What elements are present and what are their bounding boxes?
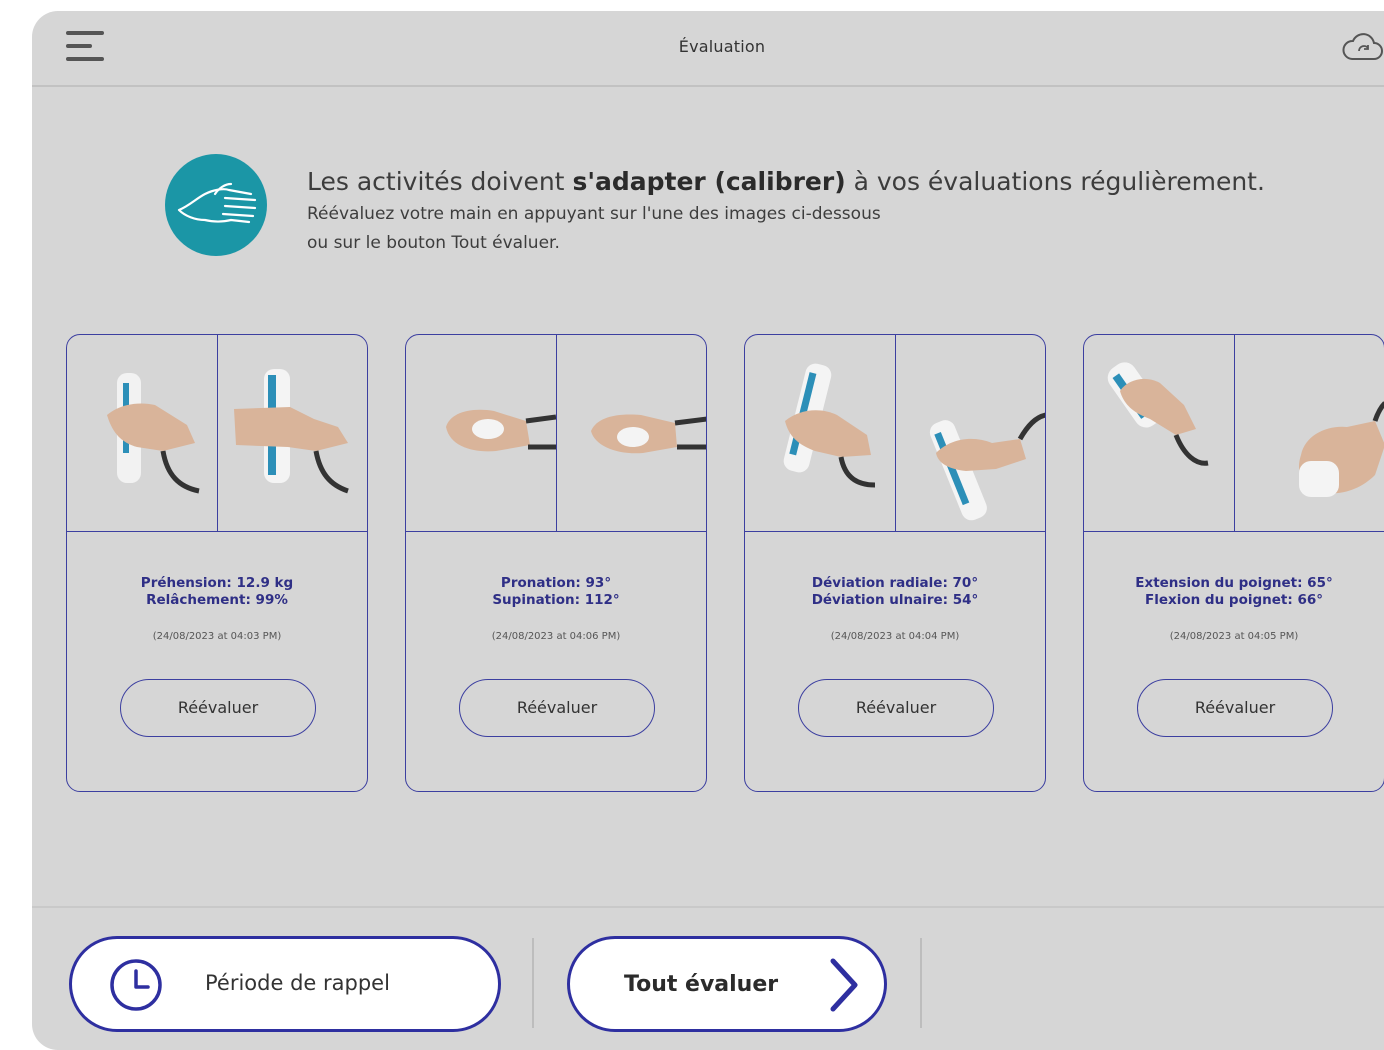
reevaluate-button[interactable]: Réévaluer [1137,679,1333,737]
card-metric-1: Extension du poignet: 65° [1135,575,1333,591]
card-photo-wrist-extension[interactable] [1084,335,1234,531]
card-photo-pronation[interactable] [406,335,556,531]
clock-icon [110,959,162,1011]
bottom-bar: Période de rappel Tout évaluer [32,906,1384,1050]
reevaluate-button[interactable]: Réévaluer [120,679,316,737]
card-photo-supination[interactable] [556,335,706,531]
card-timestamp: (24/08/2023 at 04:04 PM) [830,631,960,642]
card-metric-2: Supination: 112° [492,592,620,608]
evaluation-card-deviation[interactable]: Déviation radiale: 70° Déviation ulnaire… [744,334,1046,792]
evaluate-all-label: Tout évaluer [624,972,779,997]
banner-line-1: Réévaluez votre main en appuyant sur l'u… [307,204,881,224]
card-photo-wrist-flexion[interactable] [1234,335,1384,531]
page-title: Évaluation [678,37,766,56]
cloud-sync-icon[interactable] [1340,33,1384,65]
card-photos[interactable] [745,335,1045,532]
card-metric-2: Relâchement: 99% [146,592,288,608]
reevaluate-button[interactable]: Réévaluer [798,679,994,737]
card-timestamp: (24/08/2023 at 04:06 PM) [491,631,621,642]
card-photo-radial-deviation[interactable] [745,335,895,531]
card-timestamp: (24/08/2023 at 04:05 PM) [1169,631,1299,642]
card-metric-2: Flexion du poignet: 66° [1145,592,1323,608]
card-metric-1: Déviation radiale: 70° [811,575,979,591]
reminder-period-label: Période de rappel [205,971,390,995]
banner-line-2: ou sur le bouton Tout évaluer. [307,233,560,253]
chevron-right-icon [830,958,858,1012]
card-timestamp: (24/08/2023 at 04:03 PM) [152,631,282,642]
card-photo-ulnar-deviation[interactable] [895,335,1045,531]
card-photos[interactable] [406,335,706,532]
hand-icon [165,154,267,256]
evaluation-card-rotation[interactable]: Pronation: 93° Supination: 112° (24/08/2… [405,334,707,792]
evaluation-card-grip[interactable]: Préhension: 12.9 kg Relâchement: 99% (24… [66,334,368,792]
card-photo-grip[interactable] [67,335,217,531]
divider [920,938,922,1028]
evaluation-card-wrist[interactable]: Extension du poignet: 65° Flexion du poi… [1083,334,1384,792]
card-photos[interactable] [1084,335,1384,532]
evaluate-all-button[interactable]: Tout évaluer [567,936,887,1032]
card-metric-1: Pronation: 93° [500,575,612,591]
card-metric-2: Déviation ulnaire: 54° [811,592,979,608]
card-photos[interactable] [67,335,367,532]
banner-title: Les activités doivent s'adapter (calibre… [307,167,1265,196]
reminder-period-button[interactable]: Période de rappel [69,936,501,1032]
divider [532,938,534,1028]
app-screen: Évaluation Les activités doivent s'adapt… [32,11,1384,1050]
card-metric-1: Préhension: 12.9 kg [140,575,294,591]
banner-title-bold: s'adapter (calibrer) [572,167,846,196]
reevaluate-button[interactable]: Réévaluer [459,679,655,737]
top-bar: Évaluation [32,11,1384,87]
card-photo-release[interactable] [217,335,367,531]
